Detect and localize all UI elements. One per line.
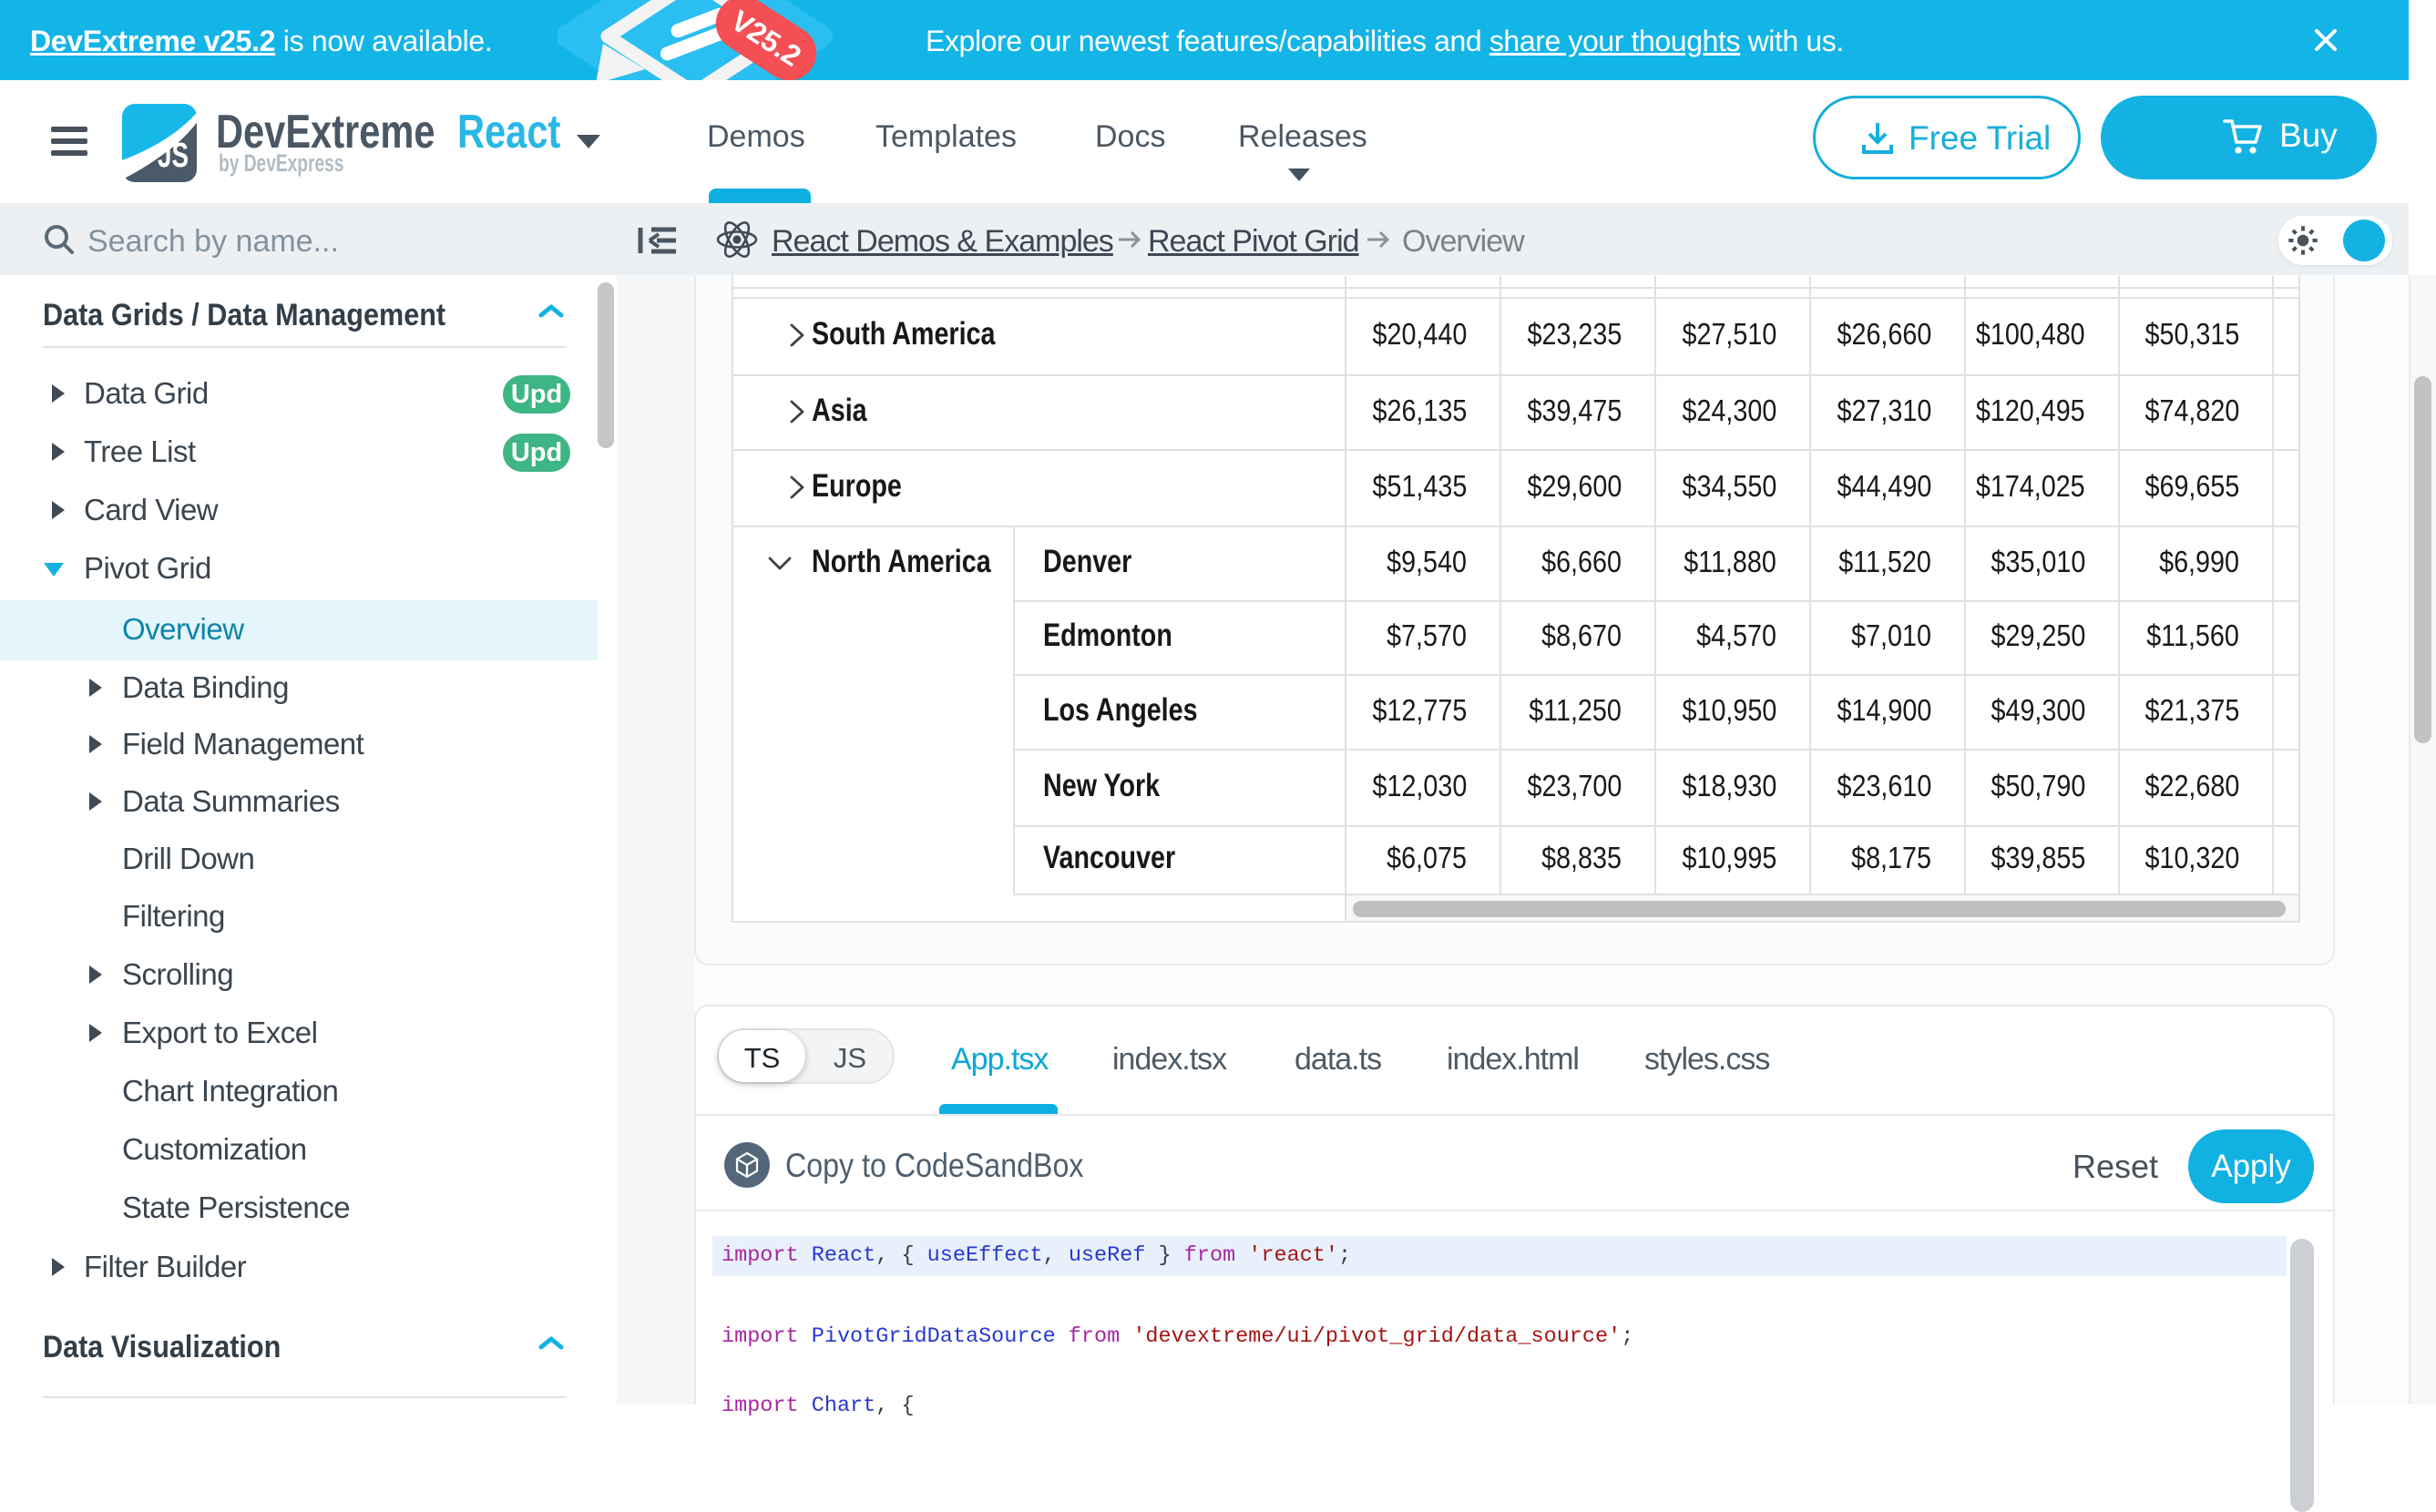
svg-text:JS: JS [158,137,189,175]
